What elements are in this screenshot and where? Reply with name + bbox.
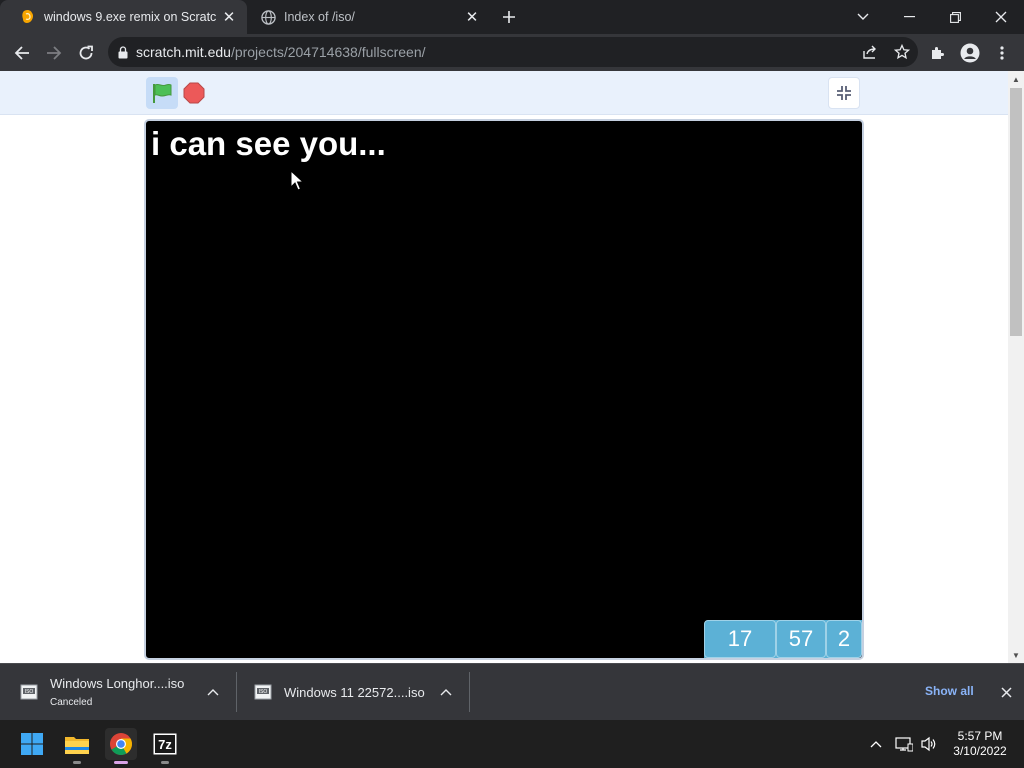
volume-button[interactable] [918,732,940,756]
chevron-up-icon [870,741,882,748]
shelf-divider [236,672,237,712]
iso-file-icon: ISO [254,684,272,700]
url-host: scratch.mit.edu [136,44,231,60]
extensions-button[interactable] [924,39,952,67]
scroll-down-icon[interactable]: ▼ [1008,647,1024,663]
tab-title: Index of /iso/ [284,10,355,24]
restore-icon [949,11,961,23]
stage-header [0,71,1008,115]
close-icon [995,11,1007,23]
clock-widget: 17 57 2 [704,620,862,658]
share-button[interactable] [854,44,886,60]
download-status: Canceled [50,697,93,708]
exit-fullscreen-button[interactable] [828,77,860,109]
reload-icon [79,45,93,60]
url-path: /projects/204714638/fullscreen/ [230,44,426,60]
chrome-taskbar-button[interactable] [105,728,137,764]
download-item[interactable]: ISO Windows Longhor....iso Canceled [20,664,230,720]
svg-text:7z: 7z [158,737,172,752]
scroll-up-icon[interactable]: ▲ [1008,71,1024,87]
clock-minute: 57 [776,620,826,658]
close-tab-icon[interactable]: ✕ [460,5,484,29]
mouse-cursor-icon [290,170,304,191]
reload-button[interactable] [72,39,100,67]
back-button[interactable] [8,39,36,67]
chevron-up-icon[interactable] [203,682,223,702]
chrome-icon [110,733,132,755]
plus-icon [503,11,515,23]
menu-button[interactable] [988,39,1016,67]
bookmark-button[interactable] [886,44,918,60]
download-shelf: ISO Windows Longhor....iso Canceled ISO … [0,663,1024,720]
file-explorer-taskbar-button[interactable] [61,728,93,764]
tab-title: windows 9.exe remix on Scratch [44,10,217,24]
close-icon [1000,686,1012,698]
browser-toolbar: scratch.mit.edu/projects/204714638/fulls… [0,34,1024,71]
kebab-menu-icon [1000,46,1004,60]
close-shelf-button[interactable] [996,682,1016,702]
tab-search-button[interactable] [840,0,886,34]
start-button[interactable] [16,728,48,760]
unfullscreen-icon [837,86,851,100]
star-icon [894,44,910,60]
green-flag-button[interactable] [146,77,178,109]
puzzle-icon [932,47,944,59]
7zip-icon: 7z [153,733,177,755]
running-indicator [161,761,169,764]
arrow-right-icon [47,46,62,60]
page-scrollbar[interactable]: ▲ ▼ [1008,71,1024,663]
show-all-downloads-link[interactable]: Show all [925,684,974,698]
running-indicator [114,761,128,764]
stage-message: i can see you... [151,125,386,162]
tab-strip: windows 9.exe remix on Scratch ✕ Index o… [0,0,1024,34]
restore-button[interactable] [932,0,978,34]
arrow-left-icon [14,46,29,60]
speaker-icon [921,736,936,752]
profile-button[interactable] [956,39,984,67]
scratch-cat-icon [20,9,36,25]
minimize-button[interactable] [886,0,932,34]
close-tab-icon[interactable]: ✕ [217,5,241,29]
lock-icon [118,45,128,58]
clock-second: 2 [826,620,862,658]
globe-icon [260,9,276,25]
download-filename: Windows 11 22572....iso [284,684,425,700]
download-filename: Windows Longhor....iso [50,676,185,691]
windows-start-icon [21,733,43,755]
stop-button[interactable] [182,81,206,105]
network-button[interactable] [893,732,915,756]
project-stage[interactable]: i can see you... 17 57 2 [144,119,864,660]
tab-scratch[interactable]: windows 9.exe remix on Scratch ✕ [0,0,247,34]
new-tab-button[interactable] [497,5,521,29]
green-flag-icon [153,83,172,103]
minimize-icon [903,16,915,18]
stop-sign-icon [183,82,205,104]
system-clock[interactable]: 5:57 PM 3/10/2022 [944,729,1016,759]
iso-file-icon: ISO [20,684,38,700]
download-item[interactable]: ISO Windows 11 22572....iso [254,664,464,720]
page-content: i can see you... 17 57 2 ▲ ▼ [0,71,1024,663]
network-icon [895,737,913,752]
chevron-up-icon[interactable] [436,682,456,702]
close-window-button[interactable] [978,0,1024,34]
show-hidden-icons-button[interactable] [865,732,887,756]
running-indicator [73,761,81,764]
shelf-divider [469,672,470,712]
avatar-icon [960,43,980,63]
forward-button[interactable] [40,39,68,67]
windows-taskbar: 7z 5:57 PM 3/10/2022 [0,720,1024,768]
clock-hour: 17 [704,620,776,658]
svg-text:ISO: ISO [259,689,268,695]
scrollbar-thumb[interactable] [1010,88,1022,336]
url-text: scratch.mit.edu/projects/204714638/fulls… [136,44,426,60]
share-icon [863,45,876,59]
clock-date: 3/10/2022 [953,744,1007,758]
file-explorer-icon [65,737,89,754]
svg-text:ISO: ISO [25,689,34,695]
clock-time: 5:57 PM [957,729,1003,743]
7zip-taskbar-button[interactable]: 7z [149,728,181,764]
chevron-down-icon [857,13,869,20]
address-bar[interactable]: scratch.mit.edu/projects/204714638/fulls… [108,37,918,67]
tab-iso-index[interactable]: Index of /iso/ ✕ [250,0,490,34]
